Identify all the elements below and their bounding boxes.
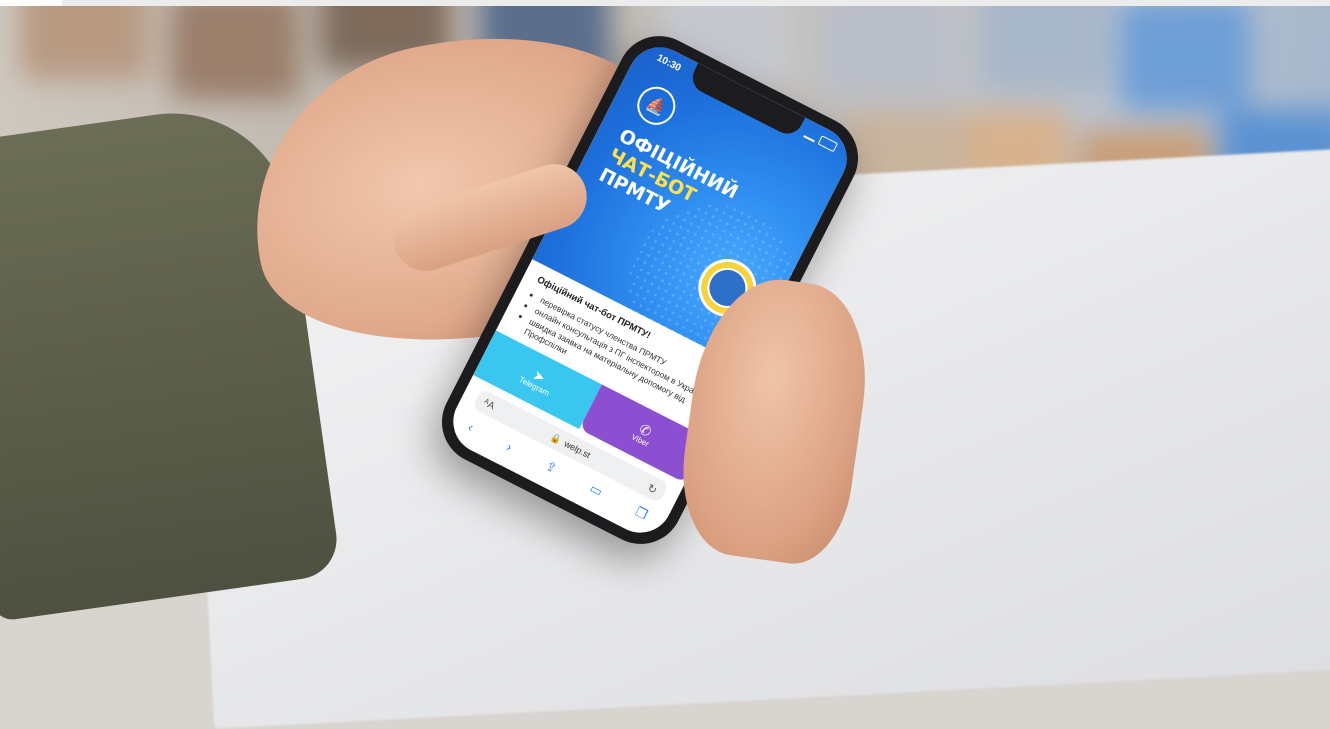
tabs-icon[interactable]: ❐ <box>633 504 650 524</box>
logo-icon: ⛵ <box>630 80 682 132</box>
back-icon[interactable]: ‹ <box>466 419 477 434</box>
text-size-icon[interactable]: ᴬA <box>482 397 497 412</box>
url-text: welp.st <box>562 438 593 461</box>
lock-icon: 🔒 <box>549 431 564 446</box>
signal-icon <box>803 127 819 143</box>
top-strip <box>0 0 1330 6</box>
bookmarks-icon[interactable]: ▭ <box>587 480 605 500</box>
share-icon[interactable]: ⇪ <box>543 458 560 477</box>
forward-icon[interactable]: › <box>504 439 515 454</box>
